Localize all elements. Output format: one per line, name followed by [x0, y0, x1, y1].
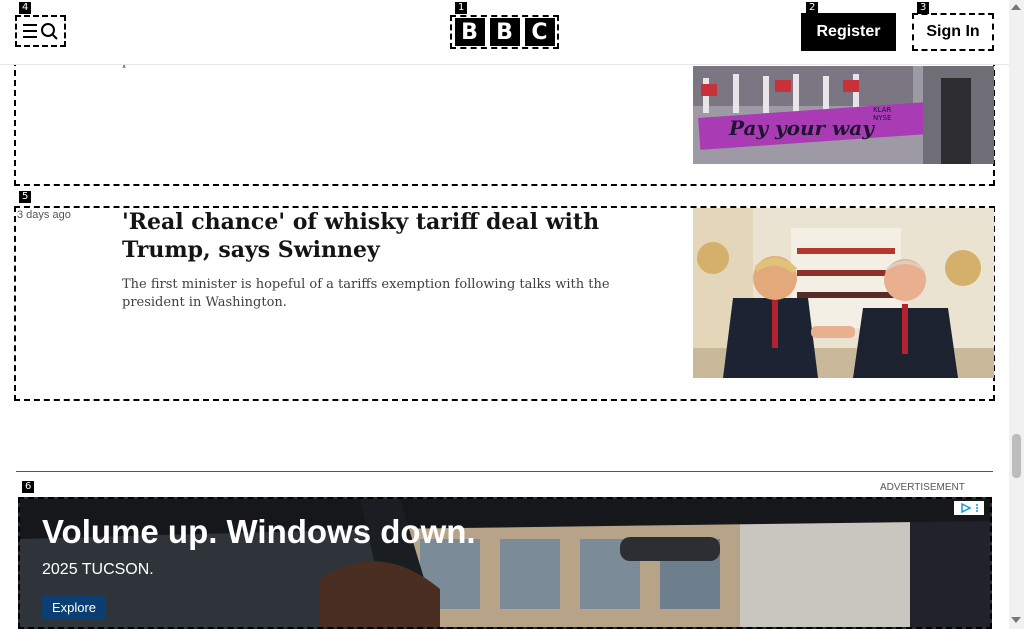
ad-choices-icon[interactable] — [954, 501, 984, 515]
signin-button[interactable]: Sign In — [912, 13, 994, 51]
element-tag-article: 5 — [19, 191, 32, 203]
logo-letter-c: C — [524, 18, 555, 46]
article-card[interactable]: 3 days ago 'Real chance' of whisky tarif… — [14, 206, 995, 401]
element-tag-signin: 3 — [917, 2, 930, 14]
element-tag-menu: 4 — [19, 2, 32, 14]
element-tag-register: 2 — [806, 2, 819, 14]
article-image[interactable] — [693, 208, 994, 378]
advertisement-label: ADVERTISEMENT — [880, 482, 965, 493]
logo-letter-b1: B — [454, 18, 485, 46]
logo-letter-b2: B — [489, 18, 520, 46]
menu-search-button[interactable] — [15, 15, 66, 47]
section-divider — [16, 471, 993, 472]
article-summary: The first minister is hopeful of a tarif… — [122, 277, 610, 310]
page-scrollbar[interactable] — [1009, 0, 1024, 629]
element-tag-ad: 6 — [22, 481, 35, 493]
advertisement-banner[interactable]: Volume up. Windows down. 2025 TUCSON. Ex… — [18, 497, 992, 629]
ad-subheadline: 2025 TUCSON. — [42, 561, 154, 578]
article-timestamp: 3 days ago — [17, 209, 71, 221]
scrollbar-thumb[interactable] — [1012, 434, 1021, 478]
site-header: B B C Register Sign In — [0, 0, 1009, 65]
article-headline[interactable]: 'Real chance' of whisky tariff deal with… — [122, 208, 662, 264]
ad-headline: Volume up. Windows down. — [42, 513, 476, 550]
handshake-photo — [693, 208, 994, 378]
bbc-logo[interactable]: B B C — [450, 15, 559, 49]
scroll-up-arrow-icon[interactable] — [1011, 4, 1021, 10]
image-banner-text: Pay your way — [729, 116, 874, 140]
nyse-building-image — [693, 66, 994, 164]
element-tag-logo: 1 — [455, 2, 468, 14]
explore-button[interactable]: Explore — [42, 595, 106, 619]
more-options-icon — [975, 504, 978, 512]
adchoices-icon — [960, 503, 972, 513]
register-button[interactable]: Register — [801, 13, 896, 51]
scroll-down-arrow-icon[interactable] — [1011, 617, 1021, 623]
article-image[interactable]: Pay your way KLAR NYSE — [693, 66, 994, 164]
menu-icon — [22, 23, 58, 40]
image-sign-text: KLAR NYSE — [873, 106, 892, 122]
